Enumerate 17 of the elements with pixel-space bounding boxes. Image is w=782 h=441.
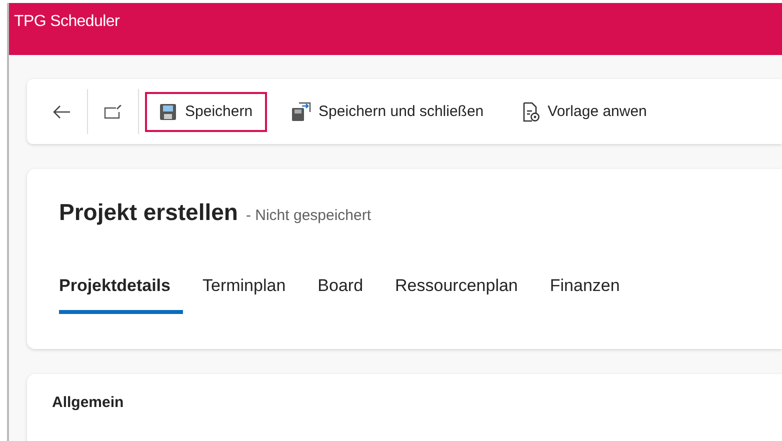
section-title: Allgemein <box>52 394 124 411</box>
apply-template-button[interactable]: Vorlage anwen <box>508 92 661 132</box>
save-and-close-button[interactable]: Speichern und schließen <box>276 92 498 132</box>
tab[interactable]: Projektdetails <box>59 276 182 314</box>
document-gear-icon <box>522 102 540 122</box>
back-arrow-icon <box>53 104 71 118</box>
page-title: Projekt erstellen <box>59 199 238 226</box>
tab[interactable]: Terminplan <box>202 276 298 314</box>
tab[interactable]: Board <box>318 276 376 314</box>
tab[interactable]: Finanzen <box>550 276 632 314</box>
popout-icon <box>104 104 122 118</box>
save-and-close-icon <box>290 102 311 122</box>
window-title: TPG Scheduler <box>14 13 120 31</box>
save-button[interactable]: Speichern <box>145 92 267 132</box>
save-status: - Nicht gespeichert <box>246 207 372 224</box>
save-icon <box>159 102 177 120</box>
tab[interactable]: Ressourcenplan <box>395 276 530 314</box>
